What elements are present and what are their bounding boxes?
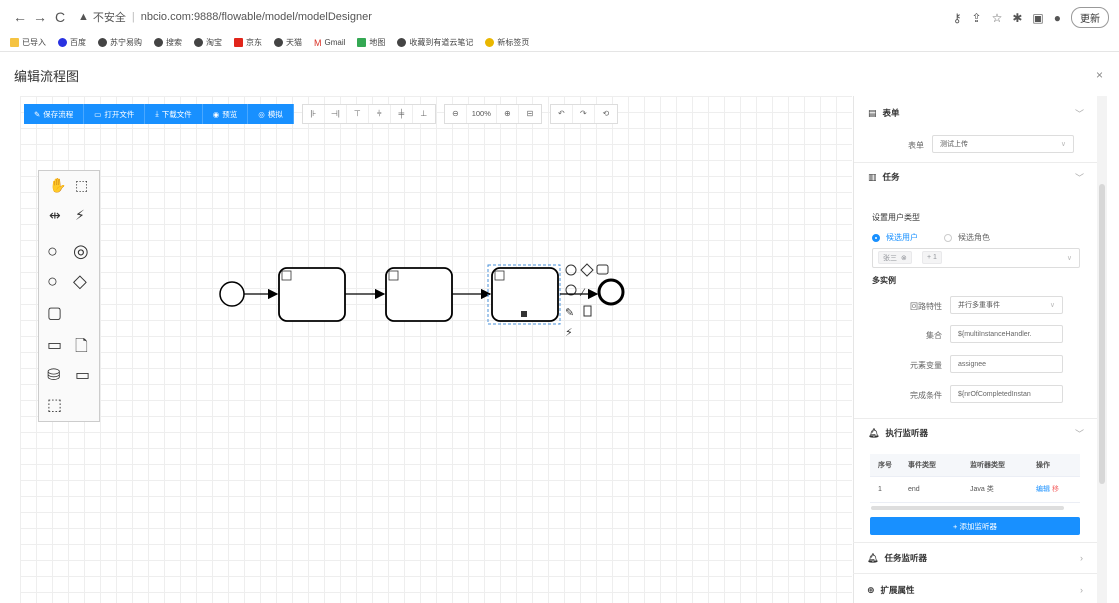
chevron-right-icon: › [1080, 553, 1083, 563]
bpmn-diagram: ⁄ ✎ ⚡ [219, 263, 625, 339]
profile-icon[interactable]: ● [1054, 11, 1061, 25]
key-icon[interactable]: ⚷ [953, 11, 962, 25]
task-section-header[interactable]: ▥ 任务 ﹀ [854, 166, 1097, 188]
form-select[interactable]: 测试上传 ∨ [932, 135, 1074, 153]
chevron-down-icon: ﹀ [1074, 428, 1084, 439]
plus-circle-icon: ⊕ [867, 584, 875, 595]
chevron-down-icon: ∨ [1066, 255, 1072, 262]
bell-icon: 🔔︎ [868, 427, 880, 438]
multi-instance-marker [521, 311, 527, 317]
end-event[interactable] [597, 278, 625, 306]
connect-icon[interactable]: ⚡ [565, 327, 573, 339]
chevron-down-icon: ﹀ [1074, 108, 1084, 119]
start-event[interactable] [219, 281, 245, 307]
complete-condition-label: 完成条件 [910, 391, 942, 400]
multi-instance-label: 多实例 [872, 276, 896, 285]
chevron-down-icon: ∨ [1049, 302, 1055, 309]
user-type-label: 设置用户类型 [872, 213, 920, 222]
append-annotation-icon[interactable]: ⁄ [579, 287, 586, 299]
form-field-label: 表单 [908, 141, 924, 150]
delete-icon[interactable] [583, 305, 592, 317]
chevron-down-icon: ﹀ [1074, 172, 1084, 183]
ext-props-header[interactable]: ⊕ 扩展属性 › [853, 579, 1097, 601]
sidebar-icon[interactable]: ▣ [1032, 11, 1043, 25]
star-icon[interactable]: ☆ [992, 11, 1003, 25]
chevron-right-icon: › [1080, 585, 1083, 595]
append-gateway-icon[interactable] [580, 263, 594, 277]
browser-actions: ⚷ ⇪ ☆ ✱ ▣ ● 更新 [953, 7, 1109, 28]
task-icon: ▥ [868, 171, 877, 182]
element-var-label: 元素变量 [910, 361, 942, 370]
bell-icon: 🔔︎ [867, 552, 879, 563]
task-listener-header[interactable]: 🔔︎ 任务监听器 › [853, 547, 1097, 569]
exec-listener-header[interactable]: 🔔︎ 执行监听器 ﹀ [854, 422, 1097, 444]
user-task-2[interactable] [385, 267, 453, 322]
share-icon[interactable]: ⇪ [972, 11, 982, 25]
user-task-1[interactable] [278, 267, 346, 322]
chevron-down-icon: ∨ [1060, 141, 1066, 148]
complete-condition-input[interactable]: ${nrOfCompletedInstan [950, 385, 1063, 403]
radio-candidate-user[interactable]: 候选用户 [872, 232, 918, 243]
panel-scrollbar[interactable] [1097, 96, 1107, 603]
update-button[interactable]: 更新 [1071, 7, 1109, 28]
edit-link[interactable]: 编辑 [1036, 486, 1050, 493]
form-section-header[interactable]: ▤ 表单 ﹀ [854, 102, 1097, 124]
remove-link[interactable]: 移 [1052, 486, 1059, 493]
add-listener-button[interactable]: + 添加监听器 [870, 517, 1080, 535]
element-var-input[interactable]: assignee [950, 355, 1063, 373]
collection-label: 集合 [926, 331, 942, 340]
table-scrollbar[interactable] [871, 506, 1064, 510]
extensions-icon[interactable]: ✱ [1012, 11, 1022, 25]
append-end-event-icon[interactable] [565, 264, 577, 276]
close-icon[interactable]: × [1096, 68, 1103, 82]
form-icon: ▤ [868, 107, 877, 118]
collection-input[interactable]: ${multiInstanceHandler. [950, 325, 1063, 343]
exec-listener-table: 序号 事件类型 监听器类型 操作 1 end Java 类 编辑 移 [870, 454, 1080, 503]
loop-label: 回路特性 [910, 302, 942, 311]
radio-candidate-role[interactable]: 候选角色 [944, 232, 990, 243]
table-header-row: 序号 事件类型 监听器类型 操作 [870, 454, 1080, 477]
user-tag: 张三 ⊗ [878, 251, 912, 264]
append-task-icon[interactable] [596, 264, 609, 275]
change-type-icon[interactable]: ✎ [565, 307, 574, 319]
loop-select[interactable]: 并行多重事件 ∨ [950, 296, 1063, 314]
table-row: 1 end Java 类 编辑 移 [870, 476, 1080, 503]
scrollbar-thumb[interactable] [1099, 184, 1105, 484]
more-tag: + 1 [922, 251, 942, 264]
close-icon[interactable]: ⊗ [901, 254, 907, 262]
